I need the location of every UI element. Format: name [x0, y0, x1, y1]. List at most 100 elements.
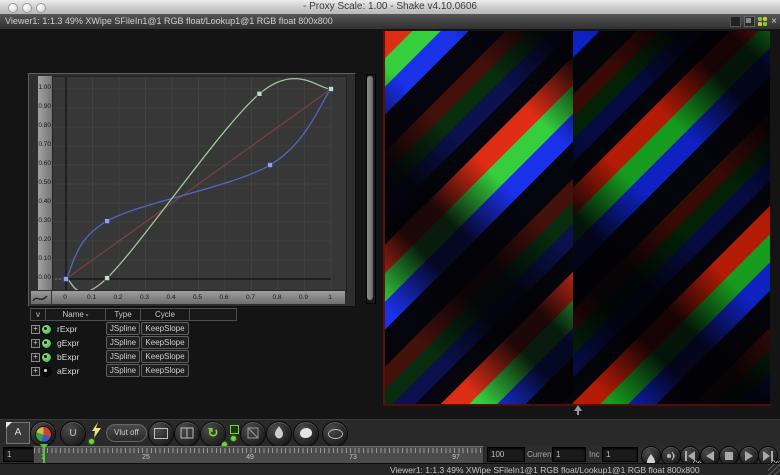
channel-visibility-icon[interactable]: [41, 352, 52, 363]
curve-plot[interactable]: [52, 76, 347, 292]
expand-icon[interactable]: +: [31, 367, 40, 376]
x-tick-label: 0.9: [299, 294, 308, 301]
current-frame-field[interactable]: 1: [552, 447, 586, 462]
y-tick-label: 0.10: [38, 255, 51, 262]
start-frame-field[interactable]: 1: [3, 447, 35, 462]
expand-icon[interactable]: +: [31, 325, 40, 334]
timeline-frame-label: 97: [452, 454, 460, 461]
resize-grip-icon[interactable]: [768, 464, 780, 475]
inc-label: Inc: [589, 450, 600, 459]
table-header-Cycle[interactable]: Cycle: [141, 308, 190, 321]
roi-button[interactable]: [148, 421, 174, 447]
table-header-Name[interactable]: Name ▾: [46, 308, 106, 321]
timeline-frame-label: 49: [246, 454, 254, 461]
ellipse-icon: [328, 429, 343, 439]
x-tick-label: 0.4: [166, 294, 175, 301]
status-indicator[interactable]: [229, 422, 239, 444]
type-dropdown[interactable]: JSpline: [106, 364, 140, 377]
cycle-dropdown[interactable]: KeepSlope: [141, 350, 189, 363]
y-tick-label: 1.00: [38, 84, 51, 91]
update-button[interactable]: U: [60, 421, 86, 447]
y-tick-label: 0.60: [38, 160, 51, 167]
grid-dots-icon[interactable]: [758, 17, 768, 27]
x-axis-ruler[interactable]: 0 0.1 0.2 0.3 0.4 0.5 0.6 0.7 0.8 0.9 1: [52, 290, 345, 304]
layers-icon[interactable]: [744, 16, 755, 27]
channel-visibility-icon[interactable]: [41, 366, 52, 377]
wipe-left-image[interactable]: [384, 31, 573, 404]
timeline-ticks: [34, 448, 483, 453]
expand-icon[interactable]: +: [31, 339, 40, 348]
type-dropdown[interactable]: JSpline: [106, 336, 140, 349]
timeline-frame-label: 73: [349, 454, 357, 461]
table-header-v[interactable]: v: [30, 308, 46, 321]
channel-visibility-icon[interactable]: [41, 324, 52, 335]
close-icon[interactable]: ×: [771, 17, 777, 27]
table-header-Type[interactable]: Type: [106, 308, 141, 321]
y-tick-label: 0.20: [38, 236, 51, 243]
dod-button[interactable]: [240, 421, 266, 447]
y-tick-label: 0.40: [38, 198, 51, 205]
wipe-handle-icon[interactable]: [572, 405, 584, 417]
timeline-ruler[interactable]: 25497397 1: [33, 446, 484, 464]
viewer-tab-bar: Viewer1: 1:1.3 49% XWipe SFileIn1@1 RGB …: [0, 14, 780, 30]
status-bar: Viewer1: 1:1.3 49% XWipe SFileIn1@1 RGB …: [0, 463, 780, 475]
y-tick-label: -0.00: [36, 274, 51, 281]
table-row[interactable]: + rExpr JSplineKeepSlope: [30, 322, 237, 335]
y-axis-ruler[interactable]: 1.000.900.800.700.600.500.400.300.200.10…: [38, 76, 53, 290]
y-tick-label: 0.50: [38, 179, 51, 186]
cycle-dropdown[interactable]: KeepSlope: [141, 322, 189, 335]
color-wheel-icon: [35, 426, 52, 443]
table-header-spacer: [190, 308, 237, 321]
paint-button[interactable]: [293, 421, 319, 447]
table-row[interactable]: +gExprJSplineKeepSlope: [30, 336, 237, 349]
y-tick-label: 0.70: [38, 141, 51, 148]
viewer-bar-icons: ×: [730, 16, 777, 27]
viewer-info-text: Viewer1: 1:1.3 49% XWipe SFileIn1@1 RGB …: [5, 16, 333, 26]
rectangle-icon: [154, 428, 168, 439]
x-tick-label: 0.3: [140, 294, 149, 301]
broadcast-monitor-button[interactable]: A: [6, 422, 30, 444]
curve-name: aExpr: [57, 366, 79, 376]
channel-visibility-icon[interactable]: [41, 338, 52, 349]
curve-name: rExpr: [57, 324, 77, 334]
playhead-label: 1: [41, 454, 45, 461]
x-tick-label: 0.5: [193, 294, 202, 301]
playhead-icon: [40, 444, 48, 449]
curve-editor-scrollbar[interactable]: [366, 74, 376, 304]
inc-field[interactable]: 1: [602, 447, 638, 462]
render-bolt-indicator[interactable]: [90, 422, 104, 444]
x-tick-label: 0.6: [219, 294, 228, 301]
x-tick-label: 0.7: [246, 294, 255, 301]
curve-tool-button[interactable]: [30, 290, 52, 305]
vlut-button[interactable]: Vlut off: [106, 424, 147, 442]
expand-icon[interactable]: +: [31, 353, 40, 362]
viewer-toolbar: A U Vlut off ↻: [0, 419, 780, 447]
cycle-dropdown[interactable]: KeepSlope: [141, 336, 189, 349]
cycle-dropdown[interactable]: KeepSlope: [141, 364, 189, 377]
type-dropdown[interactable]: JSpline: [106, 322, 140, 335]
curve-table-header: vName ▾TypeCycle: [30, 308, 237, 321]
ellipse-button[interactable]: [322, 421, 348, 447]
x-tick-label: 0.1: [87, 294, 96, 301]
curve-name: bExpr: [57, 352, 79, 362]
x-tick-label: 1: [328, 294, 332, 301]
y-tick-label: 0.30: [38, 217, 51, 224]
lightning-icon: [90, 422, 102, 438]
type-dropdown[interactable]: JSpline: [106, 350, 140, 363]
x-tick-label: 0.2: [113, 294, 122, 301]
wipe-right-image[interactable]: [573, 31, 770, 404]
table-row[interactable]: + bExpr JSplineKeepSlope: [30, 350, 237, 363]
compare-button[interactable]: [174, 421, 200, 447]
flipbook-button[interactable]: [266, 421, 292, 447]
current-label: Current: [527, 450, 554, 459]
panel-icon[interactable]: [730, 16, 741, 27]
update-mode-button[interactable]: ↻: [200, 421, 226, 447]
end-frame-field[interactable]: 100: [487, 447, 525, 462]
status-text: Viewer1: 1:1.3 49% XWipe SFileIn1@1 RGB …: [390, 465, 700, 475]
x-tick-label: 0.8: [272, 294, 281, 301]
blob-icon: [300, 428, 312, 438]
y-tick-label: 0.80: [38, 122, 51, 129]
image-left-edge: [383, 31, 385, 405]
table-row[interactable]: + aExpr JSplineKeepSlope: [30, 364, 237, 377]
x-tick-label: 0: [63, 294, 67, 301]
